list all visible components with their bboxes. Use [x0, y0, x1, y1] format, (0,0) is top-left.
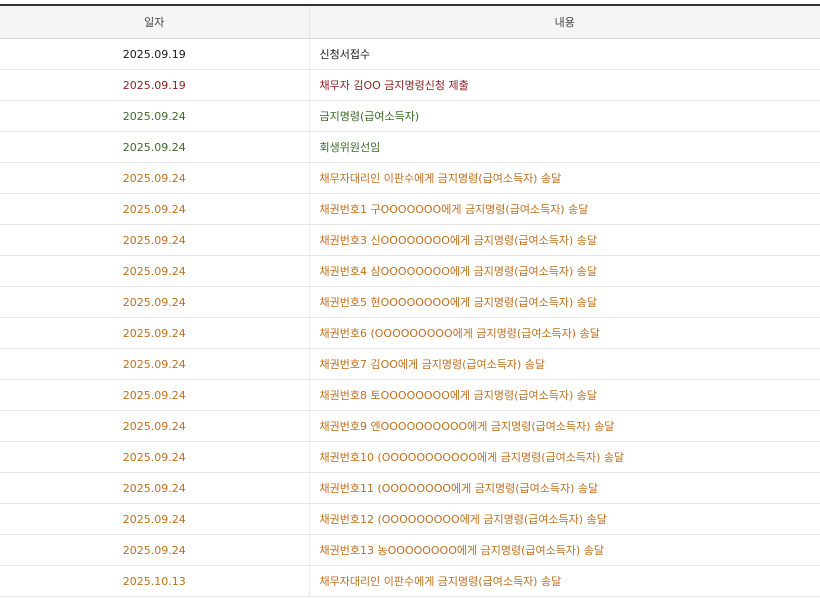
row-date: 2025.09.24 — [0, 472, 309, 504]
row-date: 2025.09.24 — [0, 534, 309, 566]
header-content: 내용 — [308, 4, 820, 39]
row-content: 채권번호8 토OOOOOOOO에게 금지명령(급여소득자) 송달 — [308, 379, 820, 411]
table-row: 2025.09.19 채무자 김OO 금지명령신청 제출 — [0, 69, 820, 101]
table-row: 2025.09.24 채권번호7 김OO에게 금지명령(급여소득자) 송달 — [0, 348, 820, 380]
row-content: 채무자대리인 이판수에게 금지명령(급여소득자) 송달 — [308, 162, 820, 194]
row-content: 채권번호9 엔OOOOOOOOOO에게 금지명령(급여소득자) 송달 — [308, 410, 820, 442]
table-row: 2025.09.24 채권번호13 농OOOOOOOO에게 금지명령(급여소득자)… — [0, 534, 820, 566]
table-row: 2025.09.24 채권번호5 현OOOOOOOO에게 금지명령(급여소득자) … — [0, 286, 820, 318]
row-date: 2025.09.24 — [0, 193, 309, 225]
row-date: 2025.09.24 — [0, 379, 309, 411]
row-date: 2025.09.24 — [0, 131, 309, 163]
table-row: 2025.09.24 채권번호3 신OOOOOOOO에게 금지명령(급여소득자) … — [0, 224, 820, 256]
table-row: 2025.10.13 채무자대리인 이판수에게 금지명령(급여소득자) 송달 — [0, 565, 820, 597]
header-row: 일자 내용 — [0, 4, 820, 39]
row-content: 채권번호5 현OOOOOOOO에게 금지명령(급여소득자) 송달 — [308, 286, 820, 318]
row-date: 2025.09.24 — [0, 100, 309, 132]
row-content: 채권번호7 김OO에게 금지명령(급여소득자) 송달 — [308, 348, 820, 380]
table-row: 2025.09.24 금지명령(급여소득자) — [0, 100, 820, 132]
table-row: 2025.09.24 채권번호6 (OOOOOOOOO에게 금지명령(급여소득자)… — [0, 317, 820, 349]
table-row: 2025.09.24 채권번호11 (OOOOOOOO에게 금지명령(급여소득자)… — [0, 472, 820, 504]
row-content: 회생위원선임 — [308, 131, 820, 163]
row-date: 2025.09.24 — [0, 286, 309, 318]
row-content: 채권번호4 삼OOOOOOOO에게 금지명령(급여소득자) 송달 — [308, 255, 820, 287]
row-content: 채권번호12 (OOOOOOOOO에게 금지명령(급여소득자) 송달 — [308, 503, 820, 535]
row-date: 2025.10.13 — [0, 565, 309, 597]
row-content: 채권번호1 구OOOOOOO에게 금지명령(급여소득자) 송달 — [308, 193, 820, 225]
case-history-table: 일자 내용 2025.09.19 신청서접수 2025.09.19 채무자 김OO 금… — [0, 4, 820, 597]
table-body: 2025.09.19 신청서접수 2025.09.19 채무자 김OO 금지명령신청 … — [0, 38, 820, 597]
table-header: 일자 내용 — [0, 4, 820, 39]
row-date: 2025.09.24 — [0, 255, 309, 287]
row-content: 채무자대리인 이판수에게 금지명령(급여소득자) 송달 — [308, 565, 820, 597]
row-content: 금지명령(급여소득자) — [308, 100, 820, 132]
row-date: 2025.09.24 — [0, 224, 309, 256]
table-row: 2025.09.24 채권번호12 (OOOOOOOOO에게 금지명령(급여소득자… — [0, 503, 820, 535]
row-content: 채권번호10 (OOOOOOOOOOO에게 금지명령(급여소득자) 송달 — [308, 441, 820, 473]
row-date: 2025.09.24 — [0, 348, 309, 380]
table-row: 2025.09.24 채권번호1 구OOOOOOO에게 금지명령(급여소득자) 송… — [0, 193, 820, 225]
table-row: 2025.09.24 채권번호4 삼OOOOOOOO에게 금지명령(급여소득자) … — [0, 255, 820, 287]
header-date: 일자 — [0, 4, 309, 39]
row-date: 2025.09.24 — [0, 162, 309, 194]
table-row: 2025.09.24 회생위원선임 — [0, 131, 820, 163]
row-content: 신청서접수 — [308, 38, 820, 70]
table-row: 2025.09.24 채권번호9 엔OOOOOOOOOO에게 금지명령(급여소득자… — [0, 410, 820, 442]
row-date: 2025.09.24 — [0, 441, 309, 473]
table-row: 2025.09.24 채권번호8 토OOOOOOOO에게 금지명령(급여소득자) … — [0, 379, 820, 411]
row-date: 2025.09.19 — [0, 38, 309, 70]
case-history-page: 일자 내용 2025.09.19 신청서접수 2025.09.19 채무자 김OO 금… — [0, 0, 820, 599]
table-row: 2025.09.19 신청서접수 — [0, 38, 820, 70]
row-date: 2025.09.19 — [0, 69, 309, 101]
row-content: 채권번호6 (OOOOOOOOO에게 금지명령(급여소득자) 송달 — [308, 317, 820, 349]
table-row: 2025.09.24 채권번호10 (OOOOOOOOOOO에게 금지명령(급여소… — [0, 441, 820, 473]
row-date: 2025.09.24 — [0, 410, 309, 442]
row-content: 채무자 김OO 금지명령신청 제출 — [308, 69, 820, 101]
row-date: 2025.09.24 — [0, 317, 309, 349]
row-content: 채권번호3 신OOOOOOOO에게 금지명령(급여소득자) 송달 — [308, 224, 820, 256]
row-content: 채권번호11 (OOOOOOOO에게 금지명령(급여소득자) 송달 — [308, 472, 820, 504]
row-content: 채권번호13 농OOOOOOOO에게 금지명령(급여소득자) 송달 — [308, 534, 820, 566]
row-date: 2025.09.24 — [0, 503, 309, 535]
table-row: 2025.09.24 채무자대리인 이판수에게 금지명령(급여소득자) 송달 — [0, 162, 820, 194]
